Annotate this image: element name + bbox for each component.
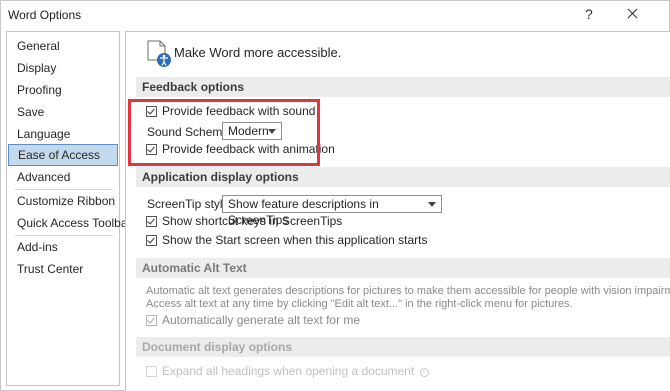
highlight-box [128, 99, 320, 166]
close-icon[interactable] [623, 4, 643, 24]
sidebar-item-ease-of-access[interactable]: Ease of Access [8, 144, 118, 166]
sidebar-item-add-ins[interactable]: Add-ins [7, 236, 119, 258]
expand-headings-label: Expand all headings when opening a docum… [162, 364, 429, 378]
sidebar-item-customize-ribbon[interactable]: Customize Ribbon [7, 190, 119, 212]
intro-text: Make Word more accessible. [174, 45, 342, 60]
auto-alt-text-label: Automatically generate alt text for me [162, 313, 361, 327]
title-bar: Word Options ? [1, 1, 670, 29]
check-icon [147, 315, 155, 324]
screentip-style-dropdown[interactable]: Show feature descriptions in ScreenTips [222, 195, 442, 227]
expand-headings-checkbox [146, 366, 157, 377]
sidebar-item-proofing[interactable]: Proofing [7, 79, 119, 101]
window-title: Word Options [8, 8, 82, 22]
content-panel: Make Word more accessible. Feedback opti… [125, 31, 670, 391]
expand-headings-text: Expand all headings when opening a docum… [162, 364, 415, 378]
sidebar-item-language[interactable]: Language [7, 123, 119, 145]
section-header-doc-display: Document display options [136, 337, 670, 357]
sidebar-item-save[interactable]: Save [7, 101, 119, 123]
alt-text-description-line1: Automatic alt text generates description… [146, 285, 670, 297]
start-screen-label: Show the Start screen when this applicat… [162, 233, 428, 247]
shortcut-keys-checkbox[interactable] [146, 216, 157, 227]
sidebar-item-display[interactable]: Display [7, 57, 119, 79]
check-icon [147, 216, 155, 225]
sidebar-item-trust-center[interactable]: Trust Center [7, 258, 119, 280]
accessibility-icon [147, 40, 171, 67]
shortcut-keys-label: Show shortcut keys in ScreenTips [162, 214, 343, 228]
screentip-style-label: ScreenTip style: [147, 197, 233, 211]
sidebar-item-general[interactable]: General [7, 35, 119, 57]
help-button[interactable]: ? [585, 6, 593, 22]
word-options-dialog: Word Options ? General Display Proofing … [0, 0, 670, 391]
check-icon [147, 235, 155, 244]
chevron-down-icon [428, 202, 436, 207]
alt-text-description-line2: Access alt text at any time by clicking … [146, 298, 573, 310]
sidebar-item-advanced[interactable]: Advanced [7, 166, 119, 188]
section-header-feedback: Feedback options [136, 77, 670, 97]
sidebar-item-quick-access-toolbar[interactable]: Quick Access Toolbar [7, 212, 132, 234]
info-icon: i [419, 368, 429, 377]
section-header-alt-text: Automatic Alt Text [136, 258, 670, 278]
auto-alt-text-checkbox [146, 315, 157, 326]
sidebar: General Display Proofing Save Language E… [6, 31, 132, 386]
start-screen-checkbox[interactable] [146, 235, 157, 246]
section-header-app-display: Application display options [136, 167, 670, 187]
